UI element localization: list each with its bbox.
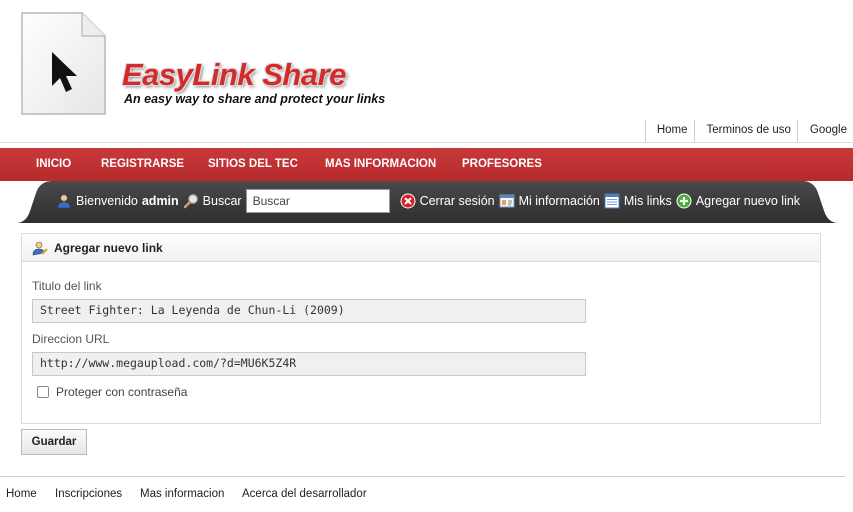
- close-circle-icon[interactable]: [400, 193, 416, 209]
- nav-item-profesores[interactable]: PROFESORES: [462, 148, 542, 181]
- footer-divider: [0, 476, 845, 477]
- user-icon: [57, 194, 71, 209]
- user-bar: Bienvenido admin Buscar Cerrar sesión Mi…: [56, 188, 800, 214]
- top-link-google[interactable]: Google: [796, 120, 853, 142]
- add-link-panel: Agregar nuevo link Titulo del link Stree…: [21, 233, 821, 424]
- footer-link-home[interactable]: Home: [6, 488, 37, 500]
- search-label: Buscar: [202, 194, 242, 208]
- brand-tagline: An easy way to share and protect your li…: [124, 92, 386, 106]
- welcome-text: Bienvenido: [76, 194, 138, 208]
- username: admin: [141, 194, 179, 208]
- cursor-document-icon: [21, 12, 106, 115]
- add-link-link[interactable]: Agregar nuevo link: [696, 194, 800, 208]
- footer-link-mas-informacion[interactable]: Mas informacion: [140, 488, 224, 500]
- plus-circle-icon[interactable]: [676, 193, 692, 209]
- url-field[interactable]: http://www.megaupload.com/?d=MU6K5Z4R: [32, 352, 586, 376]
- brand-logo[interactable]: EasyLink Share An easy way to share and …: [122, 56, 385, 106]
- url-field-label: Direccion URL: [32, 332, 110, 346]
- main-nav: INICIO REGISTRARSE SITIOS DEL TEC MAS IN…: [0, 148, 853, 181]
- magnifier-icon: [183, 194, 198, 209]
- title-field[interactable]: Street Fighter: La Leyenda de Chun-Li (2…: [32, 299, 586, 323]
- my-links-link[interactable]: Mis links: [624, 194, 672, 208]
- footer-link-acerca[interactable]: Acerca del desarrollador: [242, 488, 367, 500]
- nav-item-inicio[interactable]: INICIO: [36, 148, 71, 181]
- footer-link-inscripciones[interactable]: Inscripciones: [55, 488, 122, 500]
- user-edit-icon: [32, 241, 48, 255]
- nav-item-registrarse[interactable]: REGISTRARSE: [101, 148, 184, 181]
- brand-name: EasyLink Share: [122, 57, 346, 92]
- panel-title: Agregar nuevo link: [54, 240, 163, 255]
- search-input[interactable]: [245, 189, 390, 213]
- save-button[interactable]: Guardar: [21, 429, 87, 455]
- header-divider: [0, 142, 853, 143]
- list-icon[interactable]: [604, 193, 620, 209]
- nav-item-sitios[interactable]: SITIOS DEL TEC: [208, 148, 298, 181]
- my-info-link[interactable]: Mi información: [519, 194, 600, 208]
- protect-password-row: Proteger con contraseña: [37, 385, 187, 399]
- nav-item-mas-informacion[interactable]: MAS INFORMACION: [325, 148, 436, 181]
- info-card-icon[interactable]: [499, 193, 515, 209]
- top-link-terms[interactable]: Terminos de uso: [693, 120, 797, 142]
- title-field-label: Titulo del link: [32, 279, 102, 293]
- top-link-home[interactable]: Home: [644, 120, 694, 142]
- top-links: Home Terminos de uso Google: [644, 120, 853, 142]
- logout-link[interactable]: Cerrar sesión: [420, 194, 495, 208]
- panel-header: Agregar nuevo link: [22, 234, 820, 262]
- protect-password-label: Proteger con contraseña: [56, 385, 188, 399]
- protect-password-checkbox[interactable]: [37, 386, 49, 398]
